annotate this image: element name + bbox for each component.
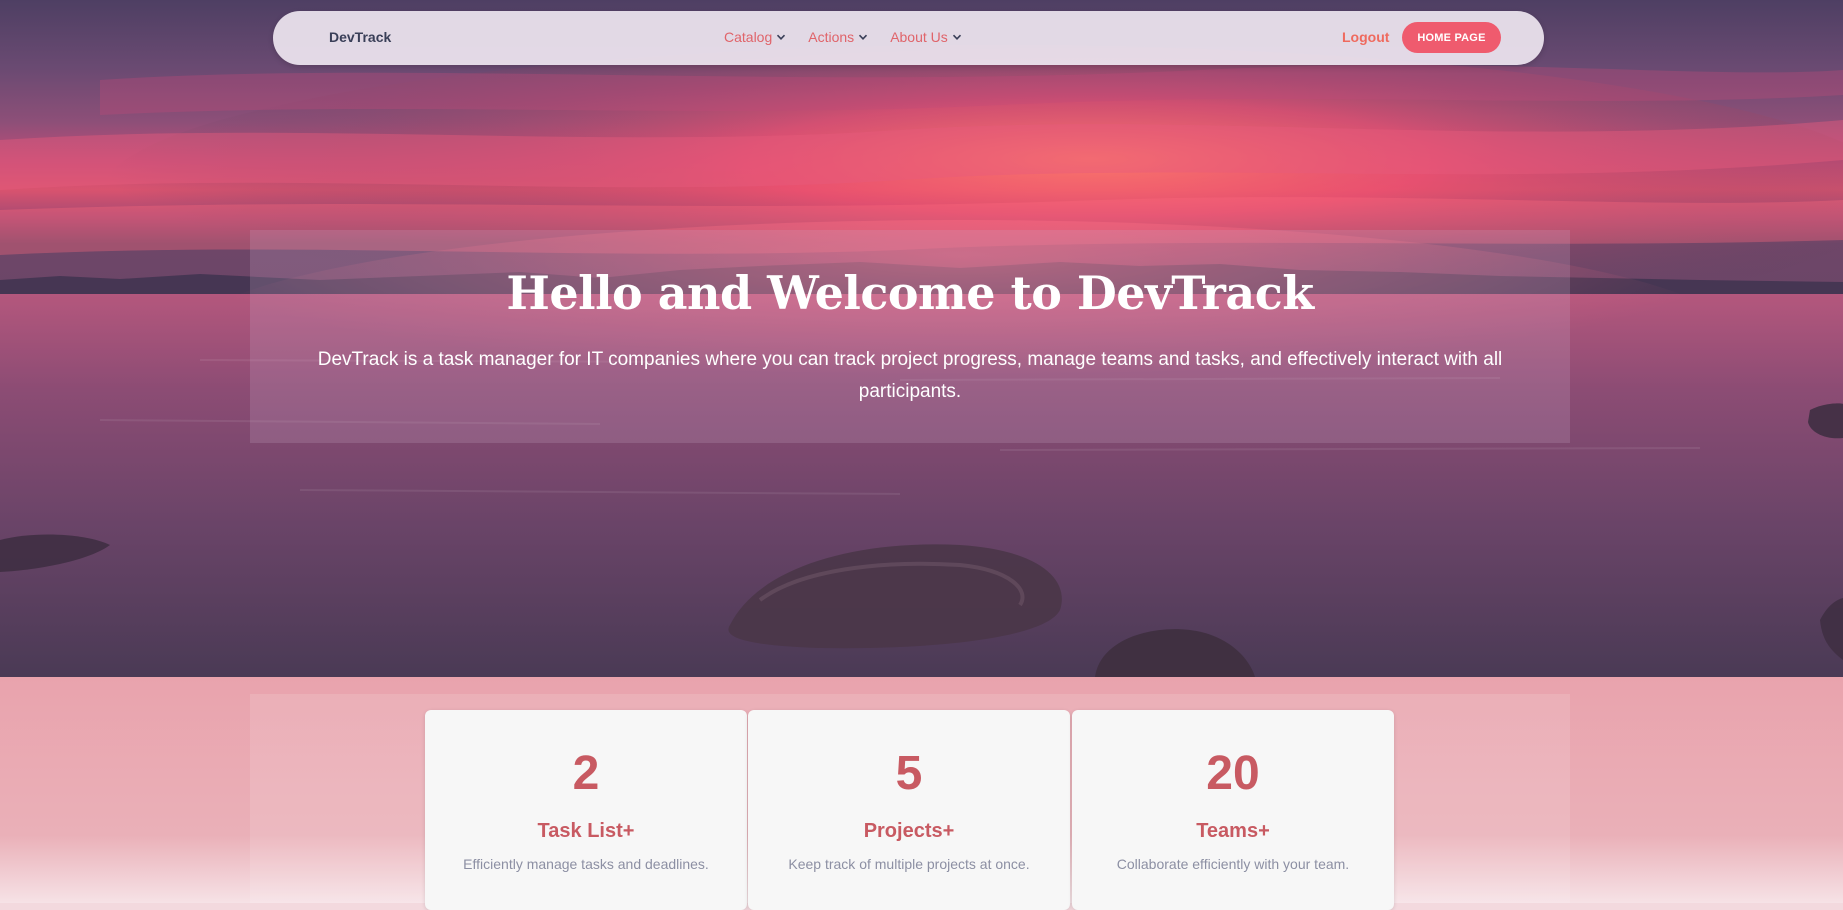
stat-number: 20 [1206,747,1260,800]
stat-title: Task List+ [537,820,635,842]
logout-link[interactable]: Logout [1342,29,1389,45]
nav-about-dropdown[interactable]: About Us [890,29,962,45]
stat-number: 5 [895,747,923,800]
intro-description: DevTrack is a task manager for IT compan… [317,349,1503,402]
stat-description: Efficiently manage tasks and deadlines. [463,856,709,872]
nav-about-label: About Us [890,29,948,45]
brand-logo-text[interactable]: DevTrack [329,29,391,45]
stat-title: Teams+ [1196,820,1270,842]
page-title: Hello and Welcome to DevTrack [506,266,1314,320]
stat-card-teams: 20 Teams+ Collaborate efficiently with y… [1072,710,1394,910]
stat-card-task-list: 2 Task List+ Efficiently manage tasks an… [425,710,747,910]
nav-catalog-dropdown[interactable]: Catalog [724,29,786,45]
nav-actions-dropdown[interactable]: Actions [808,29,868,45]
nav-menu: Catalog Actions About Us [724,29,962,45]
stat-description: Collaborate efficiently with your team. [1116,856,1350,872]
chevron-down-icon [859,34,868,40]
welcome-panel: Hello and Welcome to DevTrack DevTrack i… [250,230,1570,443]
chevron-down-icon [777,34,786,40]
home-page-button[interactable]: HOME PAGE [1402,22,1501,53]
nav-catalog-label: Catalog [724,29,773,45]
stat-description: Keep track of multiple projects at once. [788,856,1030,872]
stat-card-projects: 5 Projects+ Keep track of multiple proje… [748,710,1070,910]
top-navbar: DevTrack Catalog Actions About Us Logout… [273,11,1544,65]
chevron-down-icon [952,34,961,40]
stat-title: Projects+ [863,820,955,842]
nav-actions-label: Actions [808,29,855,45]
stat-number: 2 [572,747,600,800]
